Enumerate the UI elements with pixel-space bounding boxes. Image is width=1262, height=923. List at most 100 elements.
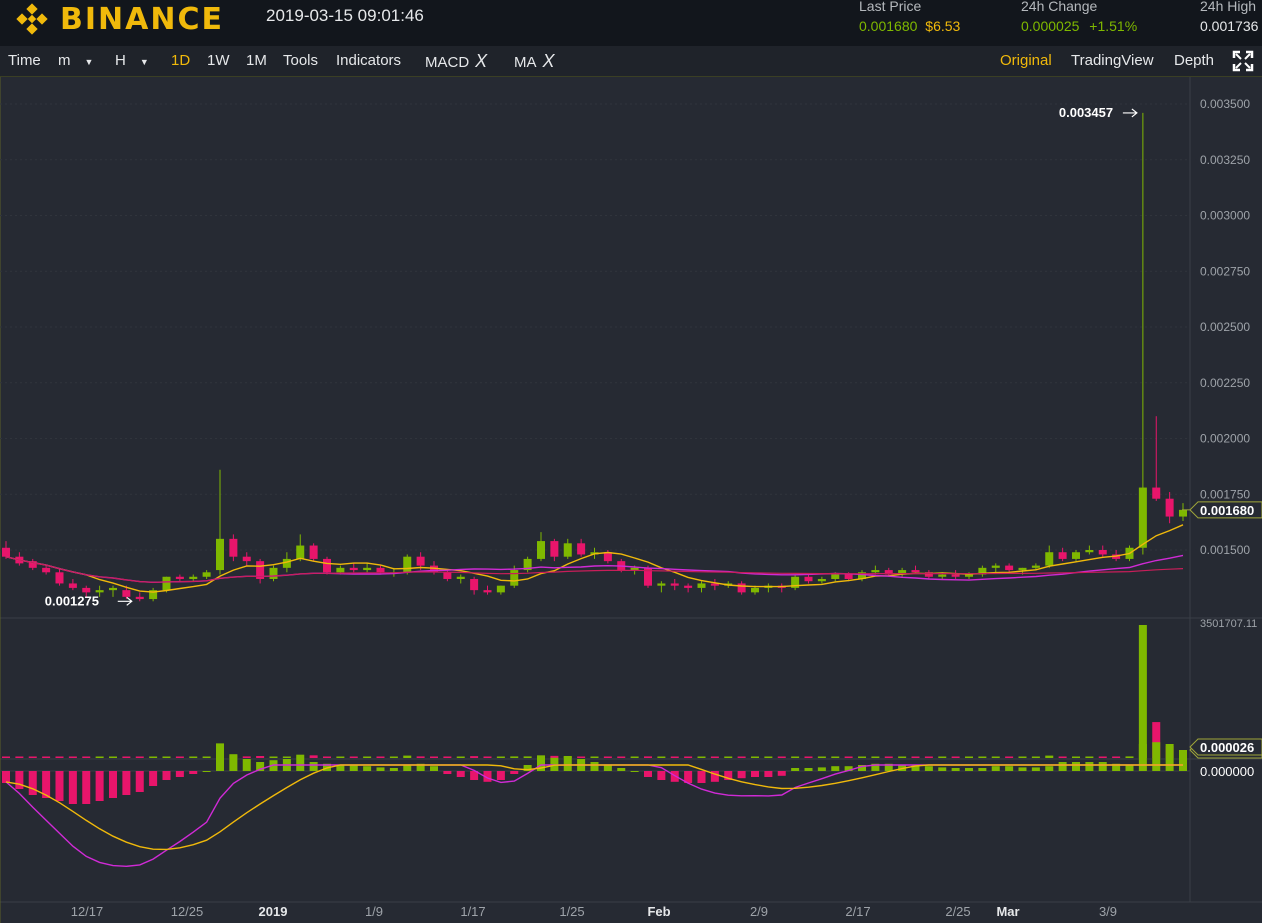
- volume-bar: [15, 756, 24, 758]
- volume-bar: [884, 756, 893, 758]
- candle-body: [844, 574, 853, 579]
- volume-bar: [42, 756, 51, 758]
- macd-histogram-bar: [430, 766, 438, 771]
- macd-histogram-bar: [590, 762, 599, 771]
- max-price-label: 0.003457: [1059, 105, 1113, 120]
- fullscreen-icon[interactable]: [1232, 50, 1254, 80]
- macd-histogram-bar: [1152, 742, 1161, 771]
- candle-body: [697, 583, 706, 588]
- volume-bar: [403, 755, 412, 758]
- volume-bar: [256, 756, 265, 758]
- macd-histogram-bar: [95, 771, 104, 801]
- volume-bar: [577, 756, 586, 758]
- macd-histogram-bar: [456, 771, 465, 777]
- macd-histogram-bar: [363, 766, 372, 771]
- interval-1w-button[interactable]: 1W: [207, 46, 230, 76]
- candle-body: [95, 590, 104, 593]
- volume-bar: [376, 756, 385, 758]
- macd-histogram-bar: [1031, 767, 1040, 771]
- depth-tab[interactable]: Depth: [1174, 46, 1214, 76]
- minutes-label: m: [58, 52, 71, 69]
- candle-body: [456, 576, 465, 579]
- candle-body: [871, 570, 880, 573]
- macd-histogram-bar: [1018, 767, 1027, 771]
- price-tick-label: 0.003250: [1200, 153, 1250, 167]
- volume-bar: [777, 756, 786, 758]
- macd-histogram-bar: [349, 765, 358, 771]
- time-button[interactable]: Time: [8, 46, 41, 76]
- macd-histogram-bar: [15, 771, 24, 789]
- macd-histogram-bar: [28, 771, 37, 795]
- price-tick-label: 0.001750: [1200, 487, 1250, 501]
- interval-1m-button[interactable]: 1M: [246, 46, 267, 76]
- macd-histogram-bar: [2, 771, 10, 783]
- hours-dropdown[interactable]: H ▼: [115, 46, 149, 76]
- volume-bar: [657, 756, 666, 758]
- candle-body: [831, 574, 840, 579]
- macd-histogram-bar: [1125, 765, 1134, 771]
- candle-body: [82, 587, 91, 593]
- chart-area[interactable]: 0.003500 0.003250 0.003000 0.002750 0.002500…: [0, 77, 1262, 923]
- volume-bar: [202, 756, 211, 758]
- candle-body: [443, 572, 452, 579]
- candle-body: [1072, 552, 1080, 559]
- candle-body: [1179, 509, 1187, 517]
- server-datetime: 2019-03-15 09:01:46: [266, 6, 424, 25]
- macd-histogram-bar: [189, 771, 198, 774]
- macd-histogram-bar: [965, 768, 973, 771]
- macd-histogram-bar: [109, 771, 117, 798]
- binance-logo[interactable]: BINANCE: [12, 2, 224, 37]
- volume-bar: [349, 756, 358, 758]
- macd-histogram-bar: [443, 771, 452, 774]
- volume-bar: [323, 756, 331, 758]
- macd-histogram-bar: [817, 767, 826, 771]
- volume-bar: [751, 756, 759, 758]
- macd-histogram-bar: [510, 771, 519, 774]
- macd-histogram-bar: [55, 771, 64, 801]
- candle-body: [323, 558, 331, 573]
- macd-histogram-bar: [1058, 762, 1067, 771]
- volume-bar: [430, 756, 438, 758]
- volume-bar: [2, 756, 10, 758]
- x-axis-label: 1/17: [460, 904, 485, 919]
- volume-bar: [309, 755, 318, 758]
- volume-bar: [389, 756, 398, 758]
- candlestick-chart[interactable]: 0.003500 0.003250 0.003000 0.002750 0.002500…: [0, 77, 1262, 923]
- candle-body: [269, 567, 278, 579]
- indicators-button[interactable]: Indicators: [336, 46, 401, 76]
- ma-indicator-tag[interactable]: MA X: [514, 46, 555, 76]
- change-label: 24h Change: [1021, 0, 1098, 14]
- volume-bar: [911, 756, 920, 758]
- x-axis-label: 1/25: [559, 904, 584, 919]
- candle-body: [109, 587, 117, 591]
- volume-bar: [189, 756, 198, 758]
- volume-bar: [483, 756, 492, 758]
- volume-bar: [496, 756, 505, 758]
- macd-indicator-tag[interactable]: MACD X: [425, 46, 487, 76]
- caret-down-icon: ▼: [84, 57, 94, 67]
- x-axis-label: 12/25: [171, 904, 204, 919]
- macd-histogram-bar: [751, 771, 759, 777]
- candle-body: [563, 543, 572, 557]
- candle-body: [229, 538, 238, 557]
- volume-bar: [617, 756, 626, 758]
- original-view-tab[interactable]: Original: [1000, 46, 1052, 76]
- macd-zero-label: 0.000000: [1200, 764, 1254, 779]
- tradingview-tab[interactable]: TradingView: [1071, 46, 1154, 76]
- macd-histogram-bar: [737, 771, 746, 779]
- remove-macd-icon[interactable]: X: [475, 51, 487, 71]
- remove-ma-icon[interactable]: X: [543, 51, 555, 71]
- binance-diamond-icon: [16, 3, 48, 35]
- volume-bar: [523, 756, 532, 758]
- candle-body: [496, 585, 505, 593]
- candle-body: [42, 567, 51, 573]
- interval-1d-button[interactable]: 1D: [171, 46, 190, 76]
- minutes-dropdown[interactable]: m ▼: [58, 46, 93, 76]
- volume-bar: [1072, 756, 1080, 758]
- macd-histogram-bar: [496, 771, 505, 780]
- candle-body: [416, 556, 425, 566]
- x-axis-label: Mar: [996, 904, 1019, 919]
- tools-button[interactable]: Tools: [283, 46, 318, 76]
- volume-bar: [871, 756, 880, 758]
- candle-body: [349, 567, 358, 571]
